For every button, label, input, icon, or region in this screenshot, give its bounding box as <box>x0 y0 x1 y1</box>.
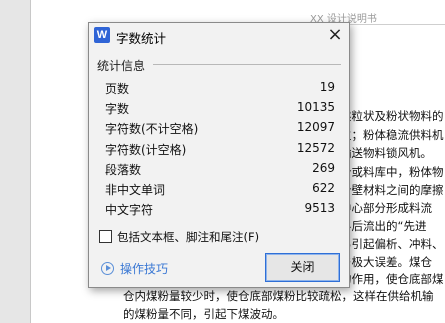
stat-label: 中文字符 <box>105 203 154 218</box>
document-line: 料后流出的“先进 <box>340 219 427 233</box>
stat-value: 12097 <box>296 120 335 135</box>
statistics-list: 页数 19 字数 10135 字符数(不计空格) 12097 字符数(计空格) … <box>105 78 335 219</box>
dialog-title: 字数统计 <box>116 31 167 46</box>
section-divider <box>153 64 341 65</box>
stat-value: 10135 <box>296 100 335 115</box>
page-edge <box>30 0 31 323</box>
document-line: 的煤粉量不同，引起下煤波动。 <box>123 307 284 321</box>
wps-app-icon: W <box>94 27 110 43</box>
play-circle-icon <box>101 262 114 275</box>
document-line: 仓或料库中，粉体物 <box>340 165 444 179</box>
stat-value: 269 <box>312 160 335 175</box>
close-button[interactable]: 关闭 <box>265 253 340 282</box>
stat-row-pages: 页数 19 <box>105 78 335 98</box>
page-gutter <box>0 0 30 323</box>
document-line: 生；粉体稳流供料机 <box>340 128 444 142</box>
stat-label: 字符数(计空格) <box>105 142 187 157</box>
stat-label: 字数 <box>105 102 130 117</box>
stat-value: 622 <box>312 180 335 195</box>
dialog-titlebar[interactable]: W 字数统计 × <box>89 23 349 49</box>
stat-row-non-chinese-words: 非中文单词 622 <box>105 179 335 199</box>
stat-value: 19 <box>319 80 335 94</box>
document-line: 仓内煤粉量较少时，使仓底部煤粉比较疏松，这样在供给机输 <box>123 289 434 303</box>
stat-row-chars-no-spaces: 字符数(不计空格) 12097 <box>105 118 335 138</box>
document-line: 中心部分形成料流 <box>340 201 432 215</box>
close-icon[interactable]: × <box>324 24 346 46</box>
stat-value: 12572 <box>296 140 335 155</box>
stat-row-words: 字数 10135 <box>105 98 335 118</box>
tips-label[interactable]: 操作技巧 <box>120 260 168 277</box>
stat-row-chars-with-spaces: 字符数(计空格) 12572 <box>105 139 335 159</box>
word-count-dialog: W 字数统计 × 统计信息 页数 19 字数 10135 字符数(不计空格) 1… <box>88 22 350 288</box>
stat-label: 字符数(不计空格) <box>105 122 199 137</box>
document-line: 易引起偏析、冲料、 <box>340 237 444 251</box>
statistics-section-label: 统计信息 <box>97 59 146 73</box>
stat-label: 页数 <box>105 82 130 96</box>
document-line: 输送物料锁风机。 <box>340 146 432 160</box>
document-line: 仓壁材料之间的摩擦 <box>340 183 444 197</box>
document-line: 的作用，使仓底部煤 <box>340 272 444 286</box>
stat-label: 段落数 <box>105 162 142 177</box>
stat-row-paragraphs: 段落数 269 <box>105 159 335 179</box>
stat-label: 非中文单词 <box>105 182 166 197</box>
include-textboxes-label[interactable]: 包括文本框、脚注和尾注(F) <box>117 229 259 245</box>
document-line: 述粒状及粉状物料的 <box>340 109 444 123</box>
document-line: 与极大误差。煤仓 <box>340 255 432 269</box>
stat-row-chinese-chars: 中文字符 9513 <box>105 199 335 219</box>
stat-value: 9513 <box>304 201 335 216</box>
include-textboxes-checkbox[interactable] <box>99 230 112 243</box>
